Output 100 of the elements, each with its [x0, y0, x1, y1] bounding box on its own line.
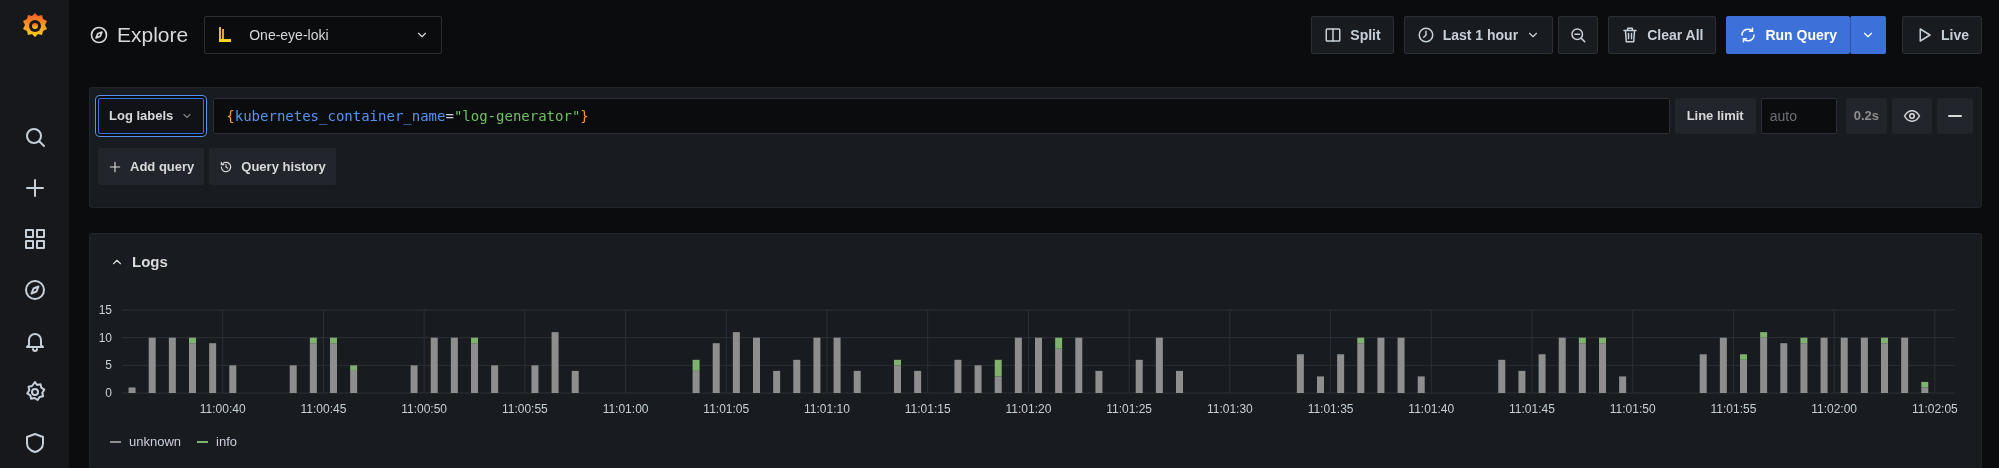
chart-bar — [1317, 376, 1324, 393]
axis-label: 11:01:45 — [1509, 402, 1555, 416]
chart-bar — [1538, 354, 1546, 393]
refresh-icon — [1739, 26, 1758, 44]
logs-section-toggle[interactable]: Logs — [110, 250, 168, 274]
query-duration: 0.2s — [1845, 98, 1887, 134]
chart-bar — [1095, 370, 1103, 393]
chart-bar — [1397, 337, 1405, 393]
chart-bar — [1075, 337, 1083, 393]
time-range-button[interactable]: Last 1 hour — [1403, 16, 1554, 54]
chart-bar — [1619, 376, 1627, 393]
chart-bar — [209, 343, 217, 393]
chart-bar — [1014, 337, 1022, 393]
chart-bar — [128, 387, 136, 393]
zoom-out-icon — [1569, 26, 1588, 44]
chart-bar — [1296, 354, 1304, 393]
query-input[interactable]: {kubernetes_container_name="log-generator"} — [213, 98, 1670, 134]
split-icon — [1324, 26, 1343, 44]
minus-icon — [1948, 115, 1962, 117]
chart-bar — [571, 370, 579, 393]
log-labels-button[interactable]: Log labels — [98, 98, 205, 134]
chart-bar — [551, 332, 559, 393]
chart-bar — [1820, 337, 1828, 393]
compass-icon[interactable] — [22, 277, 47, 302]
chart-bar — [914, 370, 922, 393]
axis-label: 15 — [98, 303, 112, 317]
chart-bar — [1498, 359, 1506, 393]
chart-bar — [289, 365, 297, 393]
chart-bar — [1719, 337, 1727, 393]
axis-label: 11:01:35 — [1307, 402, 1354, 416]
axis-label: 5 — [105, 358, 112, 373]
axis-label: 11:01:15 — [904, 402, 951, 416]
loki-logo-icon — [217, 26, 234, 44]
clear-all-button[interactable]: Clear All — [1608, 16, 1717, 54]
legend-label[interactable]: info — [216, 432, 237, 452]
line-limit-field[interactable]: auto — [1760, 98, 1837, 134]
add-query-button[interactable]: Add query — [98, 148, 205, 185]
chart-bar — [1780, 343, 1788, 393]
history-icon — [219, 159, 234, 174]
chart-bar — [1417, 376, 1425, 393]
axis-label: 11:02:05 — [1911, 402, 1958, 416]
chart-bar — [954, 359, 962, 393]
chart-bar — [813, 337, 821, 393]
chart-bar — [1860, 337, 1868, 393]
chart-bar — [732, 332, 740, 393]
axis-label: 11:01:30 — [1206, 402, 1253, 416]
axis-label: 11:01:50 — [1609, 402, 1656, 416]
chart-bar — [410, 365, 418, 393]
chart-bar — [853, 370, 861, 393]
axis-label: 10 — [98, 330, 112, 345]
axis-label: 11:01:10 — [804, 402, 850, 416]
chart-bar — [753, 337, 760, 393]
chart-bar — [773, 370, 781, 393]
axis-label: 11:00:55 — [501, 402, 548, 416]
zoom-out-button[interactable] — [1558, 16, 1599, 54]
compass-icon — [89, 25, 109, 45]
clock-icon — [1416, 26, 1435, 44]
chart-bar — [1035, 337, 1042, 393]
chart-bar — [1699, 354, 1707, 393]
chart-bar — [1518, 370, 1526, 393]
chart-bar — [430, 337, 438, 393]
axis-label: 11:02:00 — [1811, 402, 1858, 416]
axis-label: 11:00:40 — [199, 402, 246, 416]
axis-label: 11:01:55 — [1710, 402, 1757, 416]
axis-label: 11:00:45 — [300, 402, 347, 416]
eye-icon — [1903, 107, 1921, 125]
chart-bar — [148, 337, 156, 393]
chart-bar — [1558, 337, 1566, 393]
chart-bar — [491, 365, 499, 393]
grid-icon[interactable] — [22, 226, 47, 251]
axis-label: 0 — [105, 386, 112, 400]
axis-label: 11:01:40 — [1408, 402, 1455, 416]
chart-bar — [712, 343, 720, 393]
live-button[interactable]: Live — [1902, 16, 1982, 54]
axis-label: 11:01:05 — [703, 402, 750, 416]
chart-bar — [793, 359, 801, 393]
remove-query-button[interactable] — [1937, 98, 1973, 134]
legend-label[interactable]: unknown — [129, 432, 182, 452]
chart-bar — [1176, 370, 1183, 393]
axis-label: 11:00:50 — [401, 402, 448, 416]
chart-bar — [531, 365, 539, 393]
chart-bar — [1840, 337, 1848, 393]
trash-icon — [1621, 26, 1640, 44]
query-history-button[interactable]: Query history — [209, 148, 336, 185]
page-title: Explore — [117, 22, 189, 49]
run-query-button[interactable]: Run Query — [1726, 16, 1850, 54]
split-button[interactable]: Split — [1311, 16, 1394, 54]
chart-bar — [1155, 337, 1163, 393]
toggle-visibility-button[interactable] — [1892, 98, 1932, 134]
line-limit-label: Line limit — [1674, 98, 1756, 134]
chart-bar — [168, 337, 176, 393]
axis-label: 11:01:00 — [602, 402, 649, 416]
chart-bar — [833, 337, 841, 393]
axis-label: 11:01:25 — [1106, 402, 1153, 416]
chart-bar — [1135, 359, 1143, 393]
chart-bar — [229, 365, 237, 393]
datasource-select[interactable]: One-eye-loki — [204, 16, 443, 54]
chart-bar — [1337, 354, 1345, 393]
chart-bar — [974, 365, 982, 393]
chart-bar — [1901, 337, 1909, 393]
